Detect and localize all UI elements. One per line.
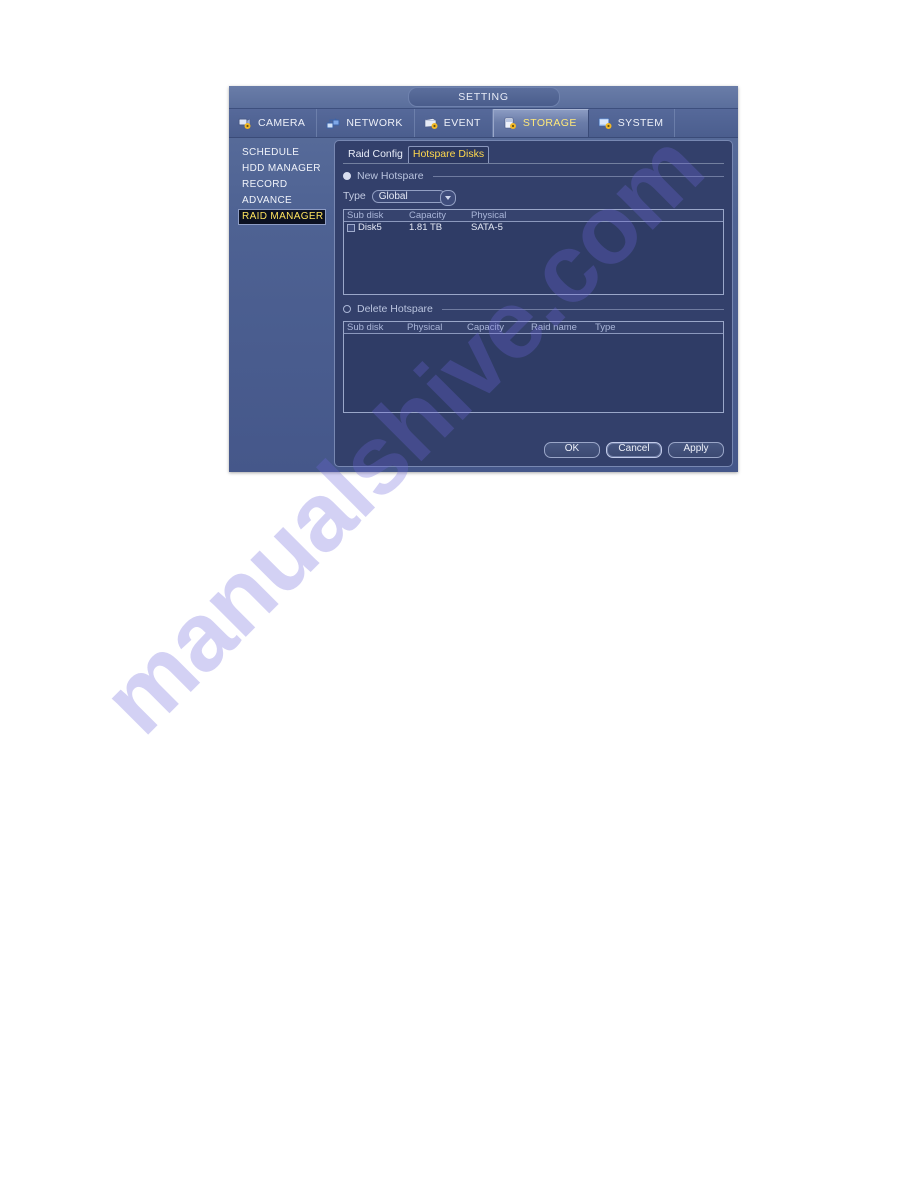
cell-physical: SATA-5 [471,222,503,234]
cell-sub-disk-text: Disk5 [358,222,382,234]
sidebar-item-raid-manager[interactable]: RAID MANAGER [238,209,326,225]
delete-hotspare-radio[interactable] [343,305,351,313]
type-select-value: Global [378,190,408,202]
column-header-physical: Physical [471,209,507,221]
type-select[interactable]: Global [371,190,456,206]
column-header-type: Type [595,321,616,333]
new-hotspare-rule [432,175,724,177]
main-tabstrip: CAMERA NETWORK EVENT STORAGE SYSTEM [229,109,738,138]
cancel-button[interactable]: Cancel [606,442,662,458]
subtab-raid-config[interactable]: Raid Config [343,146,408,163]
sidebar-item-schedule[interactable]: SCHEDULE [239,145,330,161]
sidebar-item-label: SCHEDULE [242,147,300,158]
sidebar-item-label: HDD MANAGER [242,163,321,174]
content-panel: Raid Config Hotspare Disks New Hotspare … [334,140,733,467]
column-header-capacity: Capacity [467,321,504,333]
sub-tabstrip: Raid Config Hotspare Disks [343,146,490,163]
table-row[interactable]: Disk5 1.81 TB SATA-5 [344,222,723,234]
tab-storage-label: STORAGE [522,117,577,130]
sidebar-item-hdd-manager[interactable]: HDD MANAGER [239,161,330,177]
column-header-sub-disk: Sub disk [347,209,384,221]
new-hotspare-radio[interactable] [343,172,351,180]
delete-hotspare-rule [441,308,724,310]
column-header-physical: Physical [407,321,443,333]
tab-camera-label: CAMERA [258,116,306,129]
delete-hotspare-label: Delete Hotspare [357,302,433,315]
new-hotspare-table-body: Disk5 1.81 TB SATA-5 [344,222,723,234]
hotspare-disks-pane: New Hotspare Type Global Sub disk Capaci… [343,164,724,460]
system-gear-icon [598,117,613,130]
chevron-down-icon[interactable] [439,190,456,206]
sidebar-item-label: RAID MANAGER [242,211,324,222]
row-checkbox[interactable] [347,224,355,232]
subtab-hotspare-disks[interactable]: Hotspare Disks [407,146,490,163]
delete-hotspare-group-header[interactable]: Delete Hotspare [343,302,724,316]
column-header-raid-name: Raid name [531,321,577,333]
sidebar-item-label: ADVANCE [242,195,293,206]
type-row: Type Global [343,189,724,206]
type-label: Type [343,190,366,203]
subtab-raid-config-label: Raid Config [348,148,403,160]
delete-hotspare-table[interactable]: Sub disk Physical Capacity Raid name Typ… [343,321,724,413]
column-header-sub-disk: Sub disk [347,321,384,333]
sidebar-item-record[interactable]: RECORD [239,177,330,193]
tab-network[interactable]: NETWORK [317,109,415,137]
sidebar-item-advance[interactable]: ADVANCE [239,193,330,209]
tab-network-label: NETWORK [346,116,403,129]
apply-button[interactable]: Apply [668,442,724,458]
tab-camera[interactable]: CAMERA [229,109,318,137]
tab-event-label: EVENT [443,116,481,129]
subtab-hotspare-disks-label: Hotspare Disks [412,148,485,160]
delete-hotspare-table-header: Sub disk Physical Capacity Raid name Typ… [344,322,723,334]
sidebar-item-label: RECORD [242,179,288,190]
cell-sub-disk: Disk5 [344,223,406,233]
storage-gear-icon [503,117,518,130]
ok-button[interactable]: OK [544,442,600,458]
network-icon [326,117,341,130]
new-hotspare-table-header: Sub disk Capacity Physical [344,210,723,222]
cell-capacity: 1.81 TB [409,222,443,234]
setting-window: SETTING CAMERA NETWORK EVENT STORAGE SYS… [229,86,738,472]
dialog-button-bar: OK Cancel Apply [544,442,724,458]
column-header-capacity: Capacity [409,209,446,221]
new-hotspare-table[interactable]: Sub disk Capacity Physical Disk5 1.81 TB… [343,209,724,295]
window-body: SCHEDULE HDD MANAGER RECORD ADVANCE RAID… [229,138,738,474]
new-hotspare-label: New Hotspare [357,169,424,182]
tab-storage[interactable]: STORAGE [492,109,589,137]
window-titlebar: SETTING [229,86,738,109]
tab-event[interactable]: EVENT [415,109,493,137]
camera-gear-icon [238,117,253,130]
tab-system-label: SYSTEM [617,116,664,129]
event-gear-icon [424,117,439,130]
tab-system[interactable]: SYSTEM [589,109,676,137]
page-title: SETTING [407,87,560,107]
new-hotspare-group-header[interactable]: New Hotspare [343,169,724,183]
sidebar: SCHEDULE HDD MANAGER RECORD ADVANCE RAID… [229,138,334,474]
